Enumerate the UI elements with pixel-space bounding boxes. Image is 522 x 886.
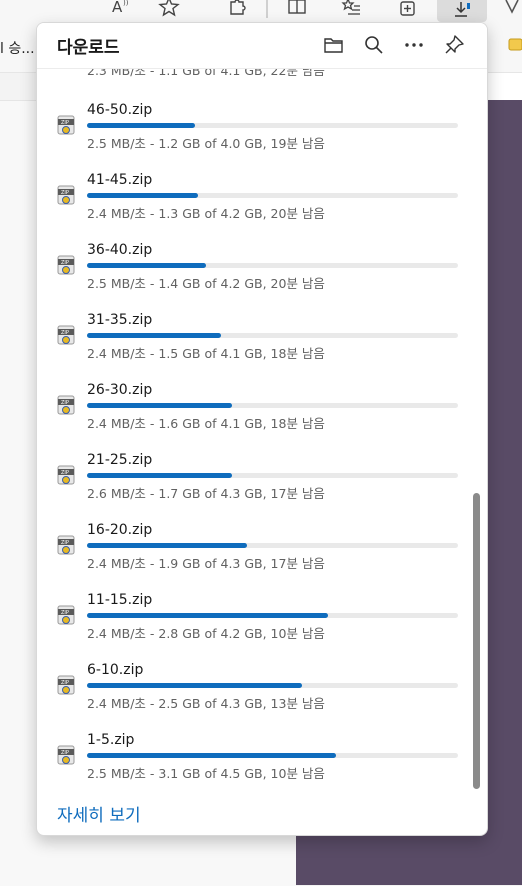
progress-fill <box>87 753 336 758</box>
progress-track <box>87 753 458 758</box>
download-info: 2.5 MB/초 - 1.4 GB of 4.2 GB, 20분 남음 <box>87 276 325 291</box>
zip-file-icon: ZIP <box>57 185 75 205</box>
favorites-icon[interactable] <box>340 0 362 18</box>
svg-text:ZIP: ZIP <box>61 120 69 126</box>
downloads-button[interactable] <box>437 0 487 22</box>
zip-file-icon: ZIP <box>57 115 75 135</box>
progress-track <box>87 403 458 408</box>
zip-file-icon: ZIP <box>57 395 75 415</box>
zip-file-icon: ZIP <box>57 465 75 485</box>
svg-text:ZIP: ZIP <box>61 540 69 546</box>
read-aloud-icon[interactable]: A)) <box>110 0 132 18</box>
svg-text:ZIP: ZIP <box>61 750 69 756</box>
progress-fill <box>87 613 329 618</box>
progress-track <box>87 263 458 268</box>
svg-text:ZIP: ZIP <box>61 400 69 406</box>
file-name[interactable]: 31-35.zip <box>87 312 152 328</box>
download-info: 2.6 MB/초 - 1.7 GB of 4.3 GB, 17분 남음 <box>87 486 325 501</box>
file-name[interactable]: 41-45.zip <box>87 172 152 188</box>
progress-track <box>87 123 458 128</box>
folder-icon[interactable] <box>508 36 522 52</box>
download-item[interactable]: ZIP 46-50.zip 2.5 MB/초 - 1.2 GB of 4.0 GB,… <box>37 102 487 175</box>
open-folder-icon[interactable] <box>323 34 345 56</box>
progress-track <box>87 473 458 478</box>
download-info: 2.4 MB/초 - 1.9 GB of 4.3 GB, 17분 남음 <box>87 556 325 571</box>
download-item[interactable]: ZIP 36-40.zip 2.5 MB/초 - 1.4 GB of 4.2 GB,… <box>37 242 487 315</box>
svg-text:ZIP: ZIP <box>61 260 69 266</box>
collections-icon[interactable] <box>396 0 418 18</box>
downloads-panel: 2.3 MB/초 - 1.1 GB of 4.1 GB, 22분 남음 ZIP 4… <box>36 22 488 836</box>
zip-file-icon: ZIP <box>57 535 75 555</box>
file-name[interactable]: 16-20.zip <box>87 522 152 538</box>
file-name[interactable]: 6-10.zip <box>87 662 143 678</box>
download-item[interactable]: ZIP 21-25.zip 2.6 MB/초 - 1.7 GB of 4.3 GB,… <box>37 452 487 525</box>
toolbar-divider <box>266 0 268 18</box>
search-icon[interactable] <box>363 34 385 56</box>
downloads-list[interactable]: 2.3 MB/초 - 1.1 GB of 4.1 GB, 22분 남음 ZIP 4… <box>37 23 487 793</box>
download-item[interactable]: ZIP 26-30.zip 2.4 MB/초 - 1.6 GB of 4.1 GB,… <box>37 382 487 455</box>
progress-track <box>87 613 458 618</box>
progress-fill <box>87 123 195 128</box>
download-info: 2.4 MB/초 - 2.5 GB of 4.3 GB, 13분 남음 <box>87 696 325 711</box>
svg-text:A: A <box>112 0 123 16</box>
progress-fill <box>87 543 247 548</box>
split-screen-icon[interactable] <box>286 0 308 18</box>
svg-text:ZIP: ZIP <box>61 610 69 616</box>
favorites-bar-item[interactable]: l 승... <box>0 38 35 58</box>
progress-fill <box>87 683 303 688</box>
download-item[interactable]: ZIP 16-20.zip 2.4 MB/초 - 1.9 GB of 4.3 GB,… <box>37 522 487 595</box>
panel-scrollbar[interactable] <box>473 493 480 789</box>
pin-icon[interactable] <box>443 34 465 56</box>
file-name[interactable]: 11-15.zip <box>87 592 152 608</box>
progress-fill <box>87 473 232 478</box>
download-item[interactable]: ZIP 1-5.zip 2.5 MB/초 - 3.1 GB of 4.5 GB, 1… <box>37 732 487 793</box>
svg-text:ZIP: ZIP <box>61 190 69 196</box>
progress-fill <box>87 403 232 408</box>
download-info: 2.5 MB/초 - 3.1 GB of 4.5 GB, 10분 남음 <box>87 766 325 781</box>
file-name[interactable]: 46-50.zip <box>87 102 152 118</box>
zip-file-icon: ZIP <box>57 255 75 275</box>
progress-fill <box>87 193 199 198</box>
download-info: 2.4 MB/초 - 2.8 GB of 4.2 GB, 10분 남음 <box>87 626 325 641</box>
download-info: 2.4 MB/초 - 1.3 GB of 4.2 GB, 20분 남음 <box>87 206 325 221</box>
download-info: 2.5 MB/초 - 1.2 GB of 4.0 GB, 19분 남음 <box>87 136 325 151</box>
progress-track <box>87 193 458 198</box>
svg-text:ZIP: ZIP <box>61 680 69 686</box>
progress-fill <box>87 333 221 338</box>
svg-text:)): )) <box>123 0 129 7</box>
download-item[interactable]: ZIP 11-15.zip 2.4 MB/초 - 2.8 GB of 4.2 GB,… <box>37 592 487 665</box>
progress-track <box>87 543 458 548</box>
download-info: 2.4 MB/초 - 1.5 GB of 4.1 GB, 18분 남음 <box>87 346 325 361</box>
browser-toolbar: A)) <box>0 0 522 22</box>
favorite-star-icon[interactable] <box>158 0 180 18</box>
panel-title: 다운로드 <box>57 38 120 58</box>
more-icon[interactable] <box>403 34 425 56</box>
downloads-icon <box>451 0 473 22</box>
file-name[interactable]: 21-25.zip <box>87 452 152 468</box>
zip-file-icon: ZIP <box>57 745 75 765</box>
see-more-link[interactable]: 자세히 보기 <box>57 801 141 826</box>
svg-text:ZIP: ZIP <box>61 330 69 336</box>
file-name[interactable]: 26-30.zip <box>87 382 152 398</box>
download-item[interactable]: ZIP 41-45.zip 2.4 MB/초 - 1.3 GB of 4.2 GB,… <box>37 172 487 245</box>
download-item[interactable]: ZIP 31-35.zip 2.4 MB/초 - 1.5 GB of 4.1 GB,… <box>37 312 487 385</box>
file-name[interactable]: 1-5.zip <box>87 732 134 748</box>
copilot-icon[interactable] <box>500 0 522 18</box>
file-name[interactable]: 36-40.zip <box>87 242 152 258</box>
extensions-icon[interactable] <box>226 0 248 18</box>
progress-track <box>87 333 458 338</box>
zip-file-icon: ZIP <box>57 675 75 695</box>
zip-file-icon: ZIP <box>57 325 75 345</box>
panel-header: 다운로드 <box>37 23 487 69</box>
progress-fill <box>87 263 206 268</box>
zip-file-icon: ZIP <box>57 605 75 625</box>
progress-track <box>87 683 458 688</box>
svg-text:ZIP: ZIP <box>61 470 69 476</box>
download-item[interactable]: ZIP 6-10.zip 2.4 MB/초 - 2.5 GB of 4.3 GB, … <box>37 662 487 735</box>
download-info: 2.4 MB/초 - 1.6 GB of 4.1 GB, 18분 남음 <box>87 416 325 431</box>
